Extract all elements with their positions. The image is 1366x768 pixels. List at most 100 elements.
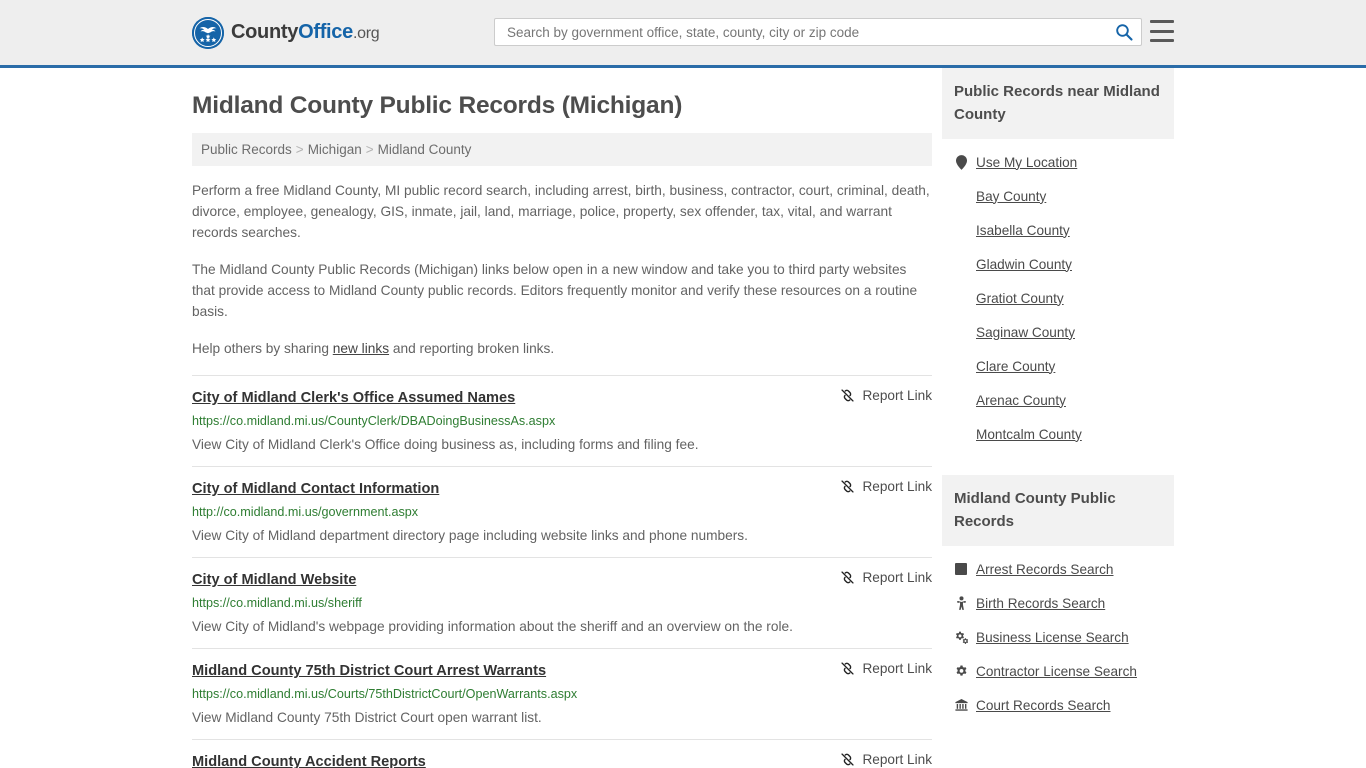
sidebar: Public Records near Midland County Use M…: [942, 68, 1174, 768]
page-title: Midland County Public Records (Michigan): [192, 92, 683, 119]
result-description: View City of Midland's webpage providing…: [192, 619, 793, 634]
result-title-link[interactable]: City of Midland Clerk's Office Assumed N…: [192, 389, 840, 407]
report-link-label: Report Link: [862, 752, 932, 767]
sidebar-nearby-link[interactable]: Gladwin County: [976, 257, 1072, 272]
site-logo[interactable]: CountyOffice.org: [192, 16, 380, 49]
hamburger-menu-icon[interactable]: [1150, 20, 1174, 42]
sidebar-heading-nearby: Public Records near Midland County: [942, 68, 1174, 139]
sidebar-nearby-link[interactable]: Montcalm County: [976, 427, 1082, 442]
result-url: https://co.midland.mi.us/sheriff: [192, 596, 362, 610]
new-links-link[interactable]: new links: [333, 341, 389, 356]
breadcrumb-item-public-records[interactable]: Public Records: [201, 142, 292, 157]
sidebar-nearby-link[interactable]: Clare County: [976, 359, 1055, 374]
breadcrumb-separator-2: >: [365, 142, 374, 157]
report-link-label: Report Link: [862, 661, 932, 676]
report-link-label: Report Link: [862, 570, 932, 585]
sidebar-heading-records: Midland County Public Records: [942, 475, 1174, 546]
sidebar-nearby-item[interactable]: Bay County: [942, 179, 1174, 213]
report-link-button[interactable]: Report Link: [840, 752, 932, 767]
no-icon-spacer: [954, 324, 968, 340]
result-header: City of Midland Website Report Link: [192, 570, 932, 589]
main-column: Midland County Public Records (Michigan)…: [192, 68, 932, 768]
search-button[interactable]: [1115, 23, 1133, 41]
breadcrumb-item-michigan[interactable]: Michigan: [308, 142, 362, 157]
report-link-button[interactable]: Report Link: [840, 570, 932, 585]
result-title-link[interactable]: Midland County 75th District Court Arres…: [192, 662, 840, 680]
no-icon-spacer: [954, 392, 968, 408]
result-row: City of Midland Clerk's Office Assumed N…: [192, 375, 932, 466]
result-url: http://co.midland.mi.us/government.aspx: [192, 505, 419, 519]
sidebar-records-item[interactable]: Arrest Records Search: [942, 552, 1174, 586]
sidebar-records-link[interactable]: Court Records Search: [976, 698, 1110, 713]
baby-icon: [954, 595, 968, 611]
sidebar-nearby-item[interactable]: Montcalm County: [942, 417, 1174, 451]
map-pin-icon: [954, 154, 968, 170]
sidebar-records-item[interactable]: Business License Search: [942, 620, 1174, 654]
broken-link-icon: [840, 752, 855, 767]
breadcrumb-item-midland-county[interactable]: Midland County: [378, 142, 472, 157]
result-url: https://co.midland.mi.us/Courts/75thDist…: [192, 687, 578, 701]
sidebar-nearby-item[interactable]: Arenac County: [942, 383, 1174, 417]
sidebar-records-link[interactable]: Contractor License Search: [976, 664, 1137, 679]
result-title-link[interactable]: City of Midland Website: [192, 571, 840, 589]
hamburger-bar-2: [1150, 29, 1174, 33]
fingerprint-icon: [954, 561, 968, 577]
sidebar-nearby-item[interactable]: Gratiot County: [942, 281, 1174, 315]
sidebar-nearby-item[interactable]: Saginaw County: [942, 315, 1174, 349]
no-icon-spacer: [954, 426, 968, 442]
sidebar-nearby-item[interactable]: Gladwin County: [942, 247, 1174, 281]
site-header: CountyOffice.org: [0, 0, 1366, 68]
report-link-button[interactable]: Report Link: [840, 388, 932, 403]
sidebar-nearby-item[interactable]: Clare County: [942, 349, 1174, 383]
sidebar-records-item[interactable]: Court Records Search: [942, 688, 1174, 722]
result-description: View Midland County 75th District Court …: [192, 710, 542, 725]
sidebar-nearby-link[interactable]: Gratiot County: [976, 291, 1064, 306]
result-description: View City of Midland department director…: [192, 528, 748, 543]
eagle-seal-icon: [192, 16, 224, 49]
search-icon: [1115, 24, 1133, 44]
broken-link-icon: [840, 388, 855, 403]
sidebar-nearby-link[interactable]: Bay County: [976, 189, 1046, 204]
sidebar-records-item[interactable]: Contractor License Search: [942, 654, 1174, 688]
sidebar-records-link[interactable]: Arrest Records Search: [976, 562, 1114, 577]
courthouse-icon: [954, 697, 968, 713]
sidebar-nearby-link[interactable]: Arenac County: [976, 393, 1066, 408]
result-header: Midland County 75th District Court Arres…: [192, 661, 932, 680]
result-row: Midland County 75th District Court Arres…: [192, 648, 932, 739]
hamburger-bar-3: [1150, 39, 1174, 42]
sidebar-nearby-link[interactable]: Use My Location: [976, 155, 1077, 170]
page-container: Midland County Public Records (Michigan)…: [0, 68, 1366, 768]
no-icon-spacer: [954, 222, 968, 238]
broken-link-icon: [840, 661, 855, 676]
sidebar-card-records: Midland County Public Records Arrest Rec…: [942, 475, 1174, 722]
result-description: View City of Midland Clerk's Office doin…: [192, 437, 699, 452]
sidebar-records-list: Arrest Records Search Birth Records Searc…: [942, 546, 1174, 722]
sidebar-records-link[interactable]: Birth Records Search: [976, 596, 1105, 611]
breadcrumb: Public Records > Michigan > Midland County: [192, 133, 932, 166]
hamburger-bar-1: [1150, 20, 1174, 23]
site-logo-text: CountyOffice.org: [231, 21, 380, 44]
result-row: City of Midland Contact Information Repor…: [192, 466, 932, 557]
report-link-button[interactable]: Report Link: [840, 479, 932, 494]
breadcrumb-separator-1: >: [295, 142, 304, 157]
search-input[interactable]: [505, 20, 1115, 44]
sidebar-records-link[interactable]: Business License Search: [976, 630, 1129, 645]
search-bar[interactable]: [494, 18, 1142, 46]
sidebar-nearby-link[interactable]: Isabella County: [976, 223, 1070, 238]
result-row: City of Midland Website Report Link https:…: [192, 557, 932, 648]
result-title-link[interactable]: City of Midland Contact Information: [192, 480, 840, 498]
sidebar-nearby-list: Use My Location Bay County Isabella County…: [942, 139, 1174, 451]
report-link-button[interactable]: Report Link: [840, 661, 932, 676]
no-icon-spacer: [954, 188, 968, 204]
sidebar-nearby-link[interactable]: Saginaw County: [976, 325, 1075, 340]
sidebar-records-item[interactable]: Birth Records Search: [942, 586, 1174, 620]
sidebar-nearby-item[interactable]: Use My Location: [942, 145, 1174, 179]
results-list: City of Midland Clerk's Office Assumed N…: [192, 375, 932, 768]
intro-paragraph-2: The Midland County Public Records (Michi…: [192, 262, 918, 319]
result-title-link[interactable]: Midland County Accident Reports: [192, 753, 840, 768]
sidebar-nearby-item[interactable]: Isabella County: [942, 213, 1174, 247]
result-header: City of Midland Clerk's Office Assumed N…: [192, 388, 932, 407]
no-icon-spacer: [954, 290, 968, 306]
report-link-label: Report Link: [862, 388, 932, 403]
no-icon-spacer: [954, 256, 968, 272]
